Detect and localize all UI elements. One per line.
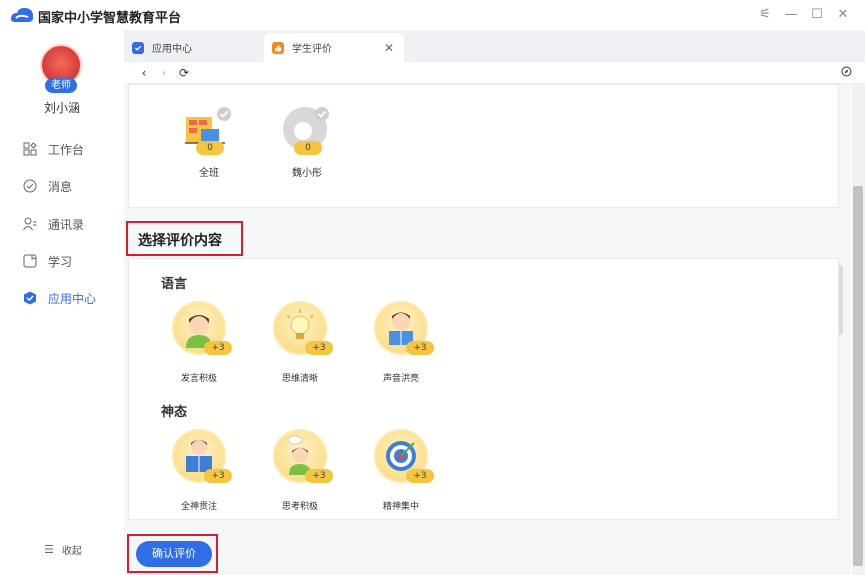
sidebar-item-label: 应用中心 (48, 291, 97, 306)
eval-item-label: 声音洪亮 (382, 374, 419, 384)
forward-button[interactable]: › (156, 65, 172, 81)
points-badge: +3 (204, 341, 232, 355)
sidebar-item-contacts[interactable]: 通讯录 (22, 214, 84, 234)
sidebar-item-messages[interactable]: 消息 (22, 176, 72, 196)
points-badge: +3 (204, 469, 232, 483)
sidebar-item-label: 消息 (48, 179, 73, 194)
confirm-evaluation-button[interactable]: 确认评价 (136, 541, 212, 567)
main-content: 0 全班 0 魏小彤 选择评价内容 语言 +3 发言积极 +3 思维清晰 +3 … (124, 84, 851, 575)
contacts-icon (22, 216, 38, 232)
collapse-button[interactable]: ☰ 收起 (44, 542, 82, 557)
score-badge: 0 (196, 141, 224, 155)
compass-icon[interactable] (838, 65, 854, 81)
speaking-child-icon: +3 (172, 301, 232, 355)
settings-menu-icon[interactable]: ⚟ (756, 6, 774, 24)
eval-item-active-thinking[interactable]: +3 思考积极 (260, 429, 340, 512)
sidebar-item-study[interactable]: 学习 (22, 251, 72, 271)
student-name: 全班 (199, 168, 219, 179)
eval-item-label: 思考积极 (281, 502, 318, 512)
avatar[interactable]: 老师 (40, 44, 82, 93)
eval-item-loud-voice[interactable]: +3 声音洪亮 (361, 301, 441, 384)
inner-scrollbar[interactable] (839, 265, 843, 335)
eval-item-label: 发言积极 (180, 374, 217, 384)
tab-app-center[interactable]: 应用中心 (132, 33, 264, 62)
app-title: 国家中小学智慧教育平台 (38, 11, 182, 26)
studying-child-icon: +3 (172, 429, 232, 483)
thumbs-up-icon (272, 41, 284, 54)
target-icon: +3 (374, 429, 434, 483)
sidebar: 老师 刘小涵 工作台 消息 通讯录 学习 应用中心 ☰ 收起 (0, 30, 124, 575)
refresh-icon[interactable]: ⟳ (176, 65, 192, 81)
app-logo-icon (11, 7, 34, 22)
eval-item-full-attention[interactable]: +3 全神贯注 (159, 429, 239, 512)
student-whole-class[interactable]: 0 全班 (174, 103, 244, 179)
tab-student-evaluation[interactable]: 学生评价 ✕ (264, 33, 404, 62)
student-name: 魏小彤 (292, 168, 322, 179)
eval-item-focused-spirit[interactable]: +3 精神集中 (361, 429, 441, 512)
user-name: 刘小涵 (43, 101, 80, 115)
study-icon (22, 253, 38, 269)
sidebar-item-label: 通讯录 (48, 217, 85, 232)
tab-label: 应用中心 (152, 44, 192, 55)
menu-lines-icon: ☰ (44, 543, 54, 556)
grid-icon (22, 141, 38, 157)
collapse-label: 收起 (61, 546, 82, 557)
students-card: 0 全班 0 魏小彤 (128, 84, 839, 208)
student-wei-xiaotong[interactable]: 0 魏小彤 (272, 103, 342, 179)
maximize-button[interactable]: ☐ (808, 6, 826, 24)
group-title-demeanor: 神态 (161, 405, 188, 420)
group-title-language: 语言 (161, 277, 188, 292)
sidebar-item-app-center[interactable]: 应用中心 (22, 288, 96, 308)
points-badge: +3 (305, 341, 333, 355)
sidebar-item-label: 学习 (48, 254, 73, 269)
score-badge: 0 (294, 141, 322, 155)
title-bar: 国家中小学智慧教育平台 ⚟ — ☐ ✕ (0, 0, 865, 30)
page-scrollbar[interactable] (852, 84, 865, 575)
eval-item-clear-thinking[interactable]: +3 思维清晰 (260, 301, 340, 384)
reading-child-icon: +3 (374, 301, 434, 355)
eval-item-label: 思维清晰 (281, 374, 318, 384)
close-tab-icon[interactable]: ✕ (384, 41, 394, 55)
eval-item-label: 全神贯注 (180, 502, 217, 512)
points-badge: +3 (406, 469, 434, 483)
sidebar-item-workbench[interactable]: 工作台 (22, 139, 84, 159)
message-icon (22, 178, 38, 194)
eval-item-speak-actively[interactable]: +3 发言积极 (159, 301, 239, 384)
evaluation-card: 语言 +3 发言积极 +3 思维清晰 +3 声音洪亮 神态 +3 全神贯注 +3… (128, 258, 843, 520)
points-badge: +3 (406, 341, 434, 355)
eval-item-label: 精神集中 (382, 502, 419, 512)
scroll-thumb[interactable] (853, 186, 863, 566)
sidebar-item-label: 工作台 (48, 142, 85, 157)
app-center-icon (22, 290, 38, 306)
lightbulb-icon: +3 (273, 301, 333, 355)
tab-bar: 应用中心 学生评价 ✕ (124, 30, 865, 62)
points-badge: +3 (305, 469, 333, 483)
app-center-tab-icon (132, 41, 144, 54)
browser-toolbar: ‹ › ⟳ (124, 62, 865, 84)
back-button[interactable]: ‹ (136, 65, 152, 81)
highlight-box-section-title (126, 221, 243, 256)
role-badge: 老师 (45, 78, 77, 93)
tab-label: 学生评价 (292, 44, 332, 55)
close-window-button[interactable]: ✕ (834, 6, 852, 24)
minimize-button[interactable]: — (782, 6, 800, 24)
thinking-child-icon: +3 (273, 429, 333, 483)
